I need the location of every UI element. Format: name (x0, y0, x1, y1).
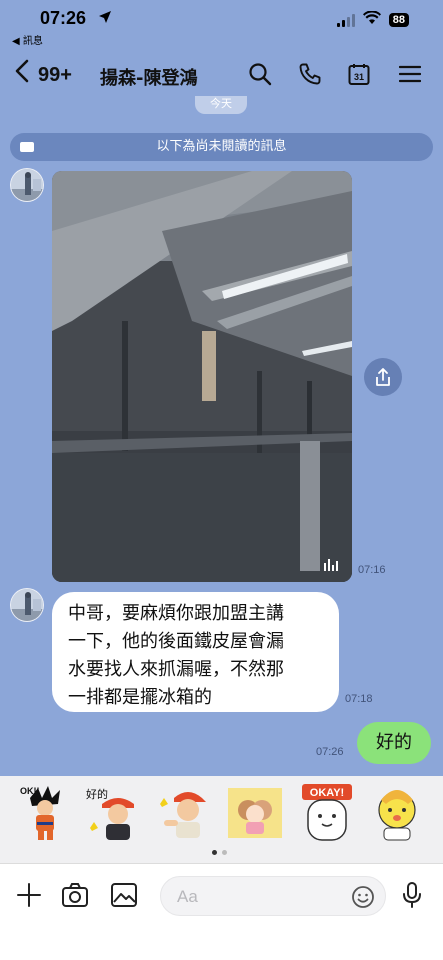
microphone-icon[interactable] (395, 878, 429, 912)
status-bar: 07:26 ◀ 訊息 88 (0, 0, 443, 48)
wifi-icon (362, 10, 381, 29)
emoji-icon[interactable] (351, 885, 375, 909)
back-chevron-icon[interactable] (14, 58, 30, 91)
sticker-label: OKAY! (310, 787, 344, 799)
outgoing-message-text: 好的 (376, 732, 412, 753)
cellular-signal-icon (336, 13, 355, 27)
sticker-cap-boy[interactable] (156, 782, 214, 844)
message-text-field[interactable] (177, 886, 347, 908)
battery-indicator: 88 (388, 12, 409, 27)
sticker-girl[interactable] (226, 782, 284, 844)
incoming-timestamp: 07:18 (345, 693, 373, 705)
unread-banner-label: 以下為尚未閱讀的訊息 (156, 139, 287, 154)
status-time: 07:26 (40, 8, 87, 28)
unread-tag-icon (20, 142, 34, 152)
image-icon[interactable] (107, 878, 141, 912)
sticker-okay-bear[interactable]: OKAY! (298, 782, 356, 844)
calendar-icon[interactable]: 31 (345, 60, 373, 88)
plus-icon[interactable] (12, 878, 46, 912)
page-dot (222, 850, 227, 855)
incoming-message-bubble[interactable]: 中哥，要麻煩你跟加盟主講 一下，他的後面鐵皮屋會漏 水要找人來抓漏喔，不然那 一… (52, 592, 339, 712)
phone-icon[interactable] (296, 60, 324, 88)
menu-icon[interactable] (396, 60, 424, 88)
message-line: 水要找人來抓漏喔，不然那 (68, 659, 284, 680)
message-line: 中哥，要麻煩你跟加盟主講 (68, 603, 284, 624)
camera-icon[interactable] (58, 878, 92, 912)
sticker-cartoon-man[interactable]: 好的 (84, 782, 142, 844)
sticker-page-indicator (212, 850, 227, 855)
share-icon (376, 368, 390, 386)
search-icon[interactable] (246, 60, 274, 88)
photo-timestamp: 07:16 (358, 564, 386, 576)
back-to-app-link[interactable]: ◀ 訊息 (12, 32, 43, 47)
unread-count[interactable]: 99+ (38, 64, 72, 87)
outgoing-message-bubble[interactable]: 好的 (357, 722, 431, 764)
date-separator: 今天 (195, 96, 247, 114)
page-dot (212, 850, 217, 855)
sticker-label: 好的 (86, 787, 108, 801)
message-line: 一排都是擺冰箱的 (68, 687, 212, 708)
sticker-sally[interactable] (368, 782, 426, 844)
message-input[interactable] (160, 876, 386, 916)
message-input-bar (0, 864, 443, 960)
share-button[interactable] (364, 358, 402, 396)
unread-banner: 以下為尚未閱讀的訊息 (10, 133, 433, 161)
status-indicators: 88 (336, 10, 409, 29)
sticker-suggestion-bar: OK!! 好的 OKAY! (0, 776, 443, 864)
sender-avatar[interactable] (10, 588, 44, 622)
chat-title[interactable]: 揚森-陳登鴻 (100, 64, 197, 90)
sender-avatar[interactable] (10, 168, 44, 202)
photo-message[interactable] (52, 171, 352, 582)
sticker-goku[interactable]: OK!! (16, 782, 74, 844)
location-arrow-icon (98, 9, 112, 28)
outgoing-timestamp: 07:26 (316, 746, 344, 758)
message-line: 一下，他的後面鐵皮屋會漏 (68, 631, 284, 652)
chat-header: 99+ 揚森-陳登鴻 31 (0, 52, 443, 98)
svg-text:31: 31 (354, 72, 364, 82)
